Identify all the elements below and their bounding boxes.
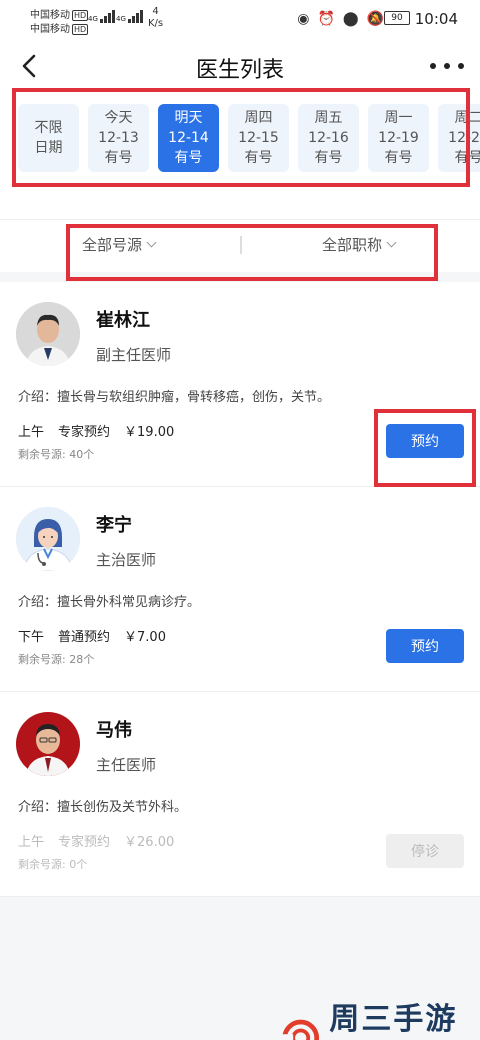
date-option[interactable]: 周四 12-15 有号 — [228, 104, 289, 172]
avatar — [16, 302, 80, 366]
appointment-slot: 上午 专家预约 ￥26.00 — [18, 831, 174, 850]
doctor-card[interactable]: 李宁 主治医师 介绍：擅长骨外科常见病诊疗。 下午 普通预约 ￥7.00 剩余号… — [0, 487, 480, 692]
watermark: 周三手游网 — [280, 994, 480, 1040]
date-option-text: 日期 — [34, 140, 63, 156]
date-option-text: 12-19 — [378, 130, 419, 146]
battery-icon: 90 — [384, 11, 410, 25]
slot-period: 上午 — [18, 425, 45, 440]
more-dots-icon[interactable] — [430, 54, 464, 78]
date-option-text: 12-14 — [168, 130, 209, 146]
filter-divider — [240, 236, 242, 254]
date-option-text: 有号 — [314, 150, 343, 166]
date-selector: 不限日期 今天 12-13 有号 明天 12-14 有号 周四 12-15 有号 周五 12-16 有号… — [0, 92, 480, 220]
filter-source-label: 全部号源 — [82, 236, 143, 254]
doctor-title: 主治医师 — [96, 551, 157, 569]
signal-icon: 4G — [88, 10, 115, 23]
date-option[interactable]: 周二 12-20 有号 — [438, 104, 480, 172]
slot-price: ￥7.00 — [124, 630, 166, 645]
appointment-slot: 上午 专家预约 ￥19.00 — [18, 421, 174, 440]
date-option-text: 12-16 — [308, 130, 349, 146]
date-option-text: 12-13 — [98, 130, 139, 146]
date-option-text: 不限 — [34, 120, 63, 136]
carrier-2: 中国移动 HD — [30, 24, 89, 35]
filter-source-dropdown[interactable]: 全部号源 — [82, 234, 157, 255]
date-option-text: 有号 — [384, 150, 413, 166]
doctor-title: 主任医师 — [96, 756, 157, 774]
date-option-text: 周五 — [314, 110, 343, 126]
doctor-intro: 介绍：擅长创伤及关节外科。 — [18, 800, 188, 815]
slot-price: ￥26.00 — [124, 835, 175, 850]
status-icons: ◉ ⏰ ⬤ 🔕 — [297, 10, 384, 28]
nav-bar: 医生列表 — [0, 40, 480, 92]
doctor-intro: 介绍：擅长骨与软组织肿瘤，骨转移癌，创伤，关节。 — [18, 390, 331, 405]
filter-bar: 全部号源 全部职称 — [0, 220, 480, 272]
mute-icon: 🔕 — [366, 11, 384, 27]
remaining-count: 剩余号源: 40个 — [18, 448, 95, 461]
filter-rank-dropdown[interactable]: 全部职称 — [322, 234, 397, 255]
doctor-intro: 介绍：擅长骨外科常见病诊疗。 — [18, 595, 201, 610]
date-option[interactable]: 不限 日期 — [18, 104, 79, 172]
doctor-title: 副主任医师 — [96, 346, 172, 364]
watermark-logo-icon — [280, 1019, 320, 1040]
slot-period: 下午 — [18, 630, 45, 645]
date-option-text: 有号 — [104, 150, 133, 166]
location-icon: ⬤ — [342, 11, 359, 27]
network-speed: 4 K/s — [148, 6, 164, 29]
filter-rank-label: 全部职称 — [322, 236, 383, 254]
remaining-count: 剩余号源: 0个 — [18, 858, 88, 871]
book-button[interactable]: 预约 — [386, 424, 464, 458]
carrier-1: 中国移动 HD — [30, 10, 89, 21]
date-option[interactable]: 周一 12-19 有号 — [368, 104, 429, 172]
doctor-name: 崔林江 — [96, 310, 150, 331]
clock: 10:04 — [414, 10, 458, 28]
status-bar: 中国移动 HD 中国移动 HD 4G 4G 4 K/s ◉ ⏰ ⬤ 🔕 90 10:… — [0, 0, 480, 40]
doctor-name: 马伟 — [96, 720, 132, 741]
appointment-slot: 下午 普通预约 ￥7.00 — [18, 626, 166, 645]
slot-period: 上午 — [18, 835, 45, 850]
doctor-list: 崔林江 副主任医师 介绍：擅长骨与软组织肿瘤，骨转移癌，创伤，关节。 上午 专家… — [0, 282, 480, 897]
doctor-card[interactable]: 崔林江 副主任医师 介绍：擅长骨与软组织肿瘤，骨转移癌，创伤，关节。 上午 专家… — [0, 282, 480, 487]
signal-icon: 4G — [116, 10, 143, 23]
remaining-count: 剩余号源: 28个 — [18, 653, 95, 666]
watermark-text: 周三手游网 — [329, 1002, 458, 1037]
date-option-text: 周四 — [244, 110, 273, 126]
date-option[interactable]: 今天 12-13 有号 — [88, 104, 149, 172]
alarm-icon: ⏰ — [317, 11, 335, 27]
slot-type: 专家预约 — [58, 835, 111, 850]
doctor-card[interactable]: 马伟 主任医师 介绍：擅长创伤及关节外科。 上午 专家预约 ￥26.00 剩余号… — [0, 692, 480, 897]
date-option-text: 明天 — [174, 110, 203, 126]
chevron-down-icon — [146, 237, 157, 248]
date-option[interactable]: 周五 12-16 有号 — [298, 104, 359, 172]
date-option-text: 今天 — [104, 110, 133, 126]
doctor-name: 李宁 — [96, 515, 132, 536]
slot-type: 普通预约 — [58, 630, 111, 645]
book-button[interactable]: 预约 — [386, 629, 464, 663]
date-option[interactable]: 明天 12-14 有号 — [158, 104, 219, 172]
date-option-text: 周二 — [454, 110, 480, 126]
avatar — [16, 712, 80, 776]
eye-icon: ◉ — [297, 11, 310, 27]
page-title: 医生列表 — [195, 58, 284, 83]
chevron-down-icon — [386, 237, 397, 248]
date-option-text: 有号 — [174, 150, 203, 166]
date-option-text: 12-20 — [448, 130, 480, 146]
date-option-text: 12-15 — [238, 130, 279, 146]
slot-type: 专家预约 — [58, 425, 111, 440]
slot-price: ￥19.00 — [124, 425, 175, 440]
date-option-text: 有号 — [454, 150, 480, 166]
date-option-text: 有号 — [244, 150, 273, 166]
avatar — [16, 507, 80, 571]
date-option-text: 周一 — [384, 110, 413, 126]
suspended-button: 停诊 — [386, 834, 464, 868]
